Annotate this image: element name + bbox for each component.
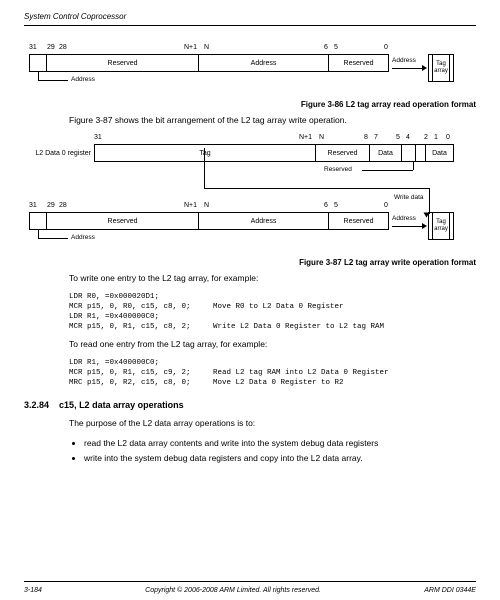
bit-label: 8 xyxy=(364,134,368,141)
list-item: write into the system debug data registe… xyxy=(84,452,476,465)
register-label: L2 Data 0 register xyxy=(24,144,94,162)
bit-label: N xyxy=(204,202,209,209)
section-heading: 3.2.84 c15, L2 data array operations xyxy=(24,400,476,410)
footer-copyright: Copyright © 2006-2008 ARM Limited. All r… xyxy=(145,587,321,594)
section-number: 3.2.84 xyxy=(24,400,49,410)
diagram-1: 31 29 28 N+1 N 6 5 0 Reserved Address Re… xyxy=(29,44,476,90)
figure-caption-2: Figure 3-87 L2 tag array write operation… xyxy=(24,258,476,267)
field-address-high xyxy=(29,54,47,72)
field-reserved-2: Reserved xyxy=(329,212,389,230)
bit-label: 0 xyxy=(384,202,388,209)
field-reserved-1: Reserved xyxy=(47,212,199,230)
bit-label: 7 xyxy=(374,134,378,141)
header-rule xyxy=(24,25,476,26)
field-address: Address xyxy=(199,54,329,72)
diagram-2: 31 N+1 N 8 7 5 4 2 1 0 L2 Data 0 registe… xyxy=(24,134,476,178)
bit-label: 31 xyxy=(29,202,37,209)
bit-label: 5 xyxy=(334,44,338,51)
footer-rule xyxy=(24,581,476,582)
reserved-bracket-label: Reserved xyxy=(324,166,352,173)
arrow-label: Address xyxy=(392,215,416,222)
field-data-2: Data xyxy=(426,144,454,162)
bit-label: N+1 xyxy=(299,134,312,141)
bit-label: 5 xyxy=(396,134,400,141)
bit-label: 6 xyxy=(324,202,328,209)
field-reserved: Reserved xyxy=(316,144,370,162)
footer-page: 3-184 xyxy=(24,587,42,594)
body-paragraph: To write one entry to the L2 tag array, … xyxy=(69,273,476,284)
field-data-1: Data xyxy=(370,144,402,162)
page-header: System Control Coprocessor xyxy=(24,12,476,21)
bit-label: N+1 xyxy=(184,202,197,209)
write-data-label: Write data xyxy=(394,194,424,201)
bit-label: 28 xyxy=(59,44,67,51)
bit-label: N xyxy=(319,134,324,141)
bit-label: N+1 xyxy=(184,44,197,51)
field-reserved-2: Reserved xyxy=(329,54,389,72)
bit-label: 1 xyxy=(434,134,438,141)
field-gap xyxy=(402,144,416,162)
page-footer: 3-184 Copyright © 2006-2008 ARM Limited.… xyxy=(24,587,476,594)
address-bracket-label: Address xyxy=(71,76,95,83)
body-paragraph: The purpose of the L2 data array operati… xyxy=(69,418,476,429)
bit-label: 28 xyxy=(59,202,67,209)
tag-array-block: Tag array xyxy=(428,54,454,82)
bit-label: 6 xyxy=(324,44,328,51)
address-bracket-label: Address xyxy=(71,234,95,241)
code-example-1: LDR R0, =0x000020D1; MCR p15, 0, R0, c15… xyxy=(69,292,476,333)
bit-label: 31 xyxy=(29,44,37,51)
bullet-list: read the L2 data array contents and writ… xyxy=(84,437,476,465)
bit-label: 2 xyxy=(424,134,428,141)
field-reserved-1: Reserved xyxy=(47,54,199,72)
tag-array-block: Tag array xyxy=(428,212,454,240)
diagram-3: Write data 31 29 28 N+1 N 6 5 0 Reserved… xyxy=(29,188,476,248)
section-title: c15, L2 data array operations xyxy=(59,400,184,410)
arrow-label: Address xyxy=(392,57,416,64)
list-item: read the L2 data array contents and writ… xyxy=(84,437,476,450)
field-gap2 xyxy=(416,144,426,162)
field-address: Address xyxy=(199,212,329,230)
bit-label: 5 xyxy=(334,202,338,209)
field-address-high xyxy=(29,212,47,230)
bit-label: 29 xyxy=(47,202,55,209)
body-paragraph: Figure 3-87 shows the bit arrangement of… xyxy=(69,115,476,126)
field-tag: Tag xyxy=(94,144,316,162)
bit-label: 4 xyxy=(406,134,410,141)
bit-label: 0 xyxy=(384,44,388,51)
code-example-2: LDR R1, =0x400000C0; MCR p15, 0, R1, c15… xyxy=(69,358,476,388)
bit-label: N xyxy=(204,44,209,51)
footer-docid: ARM DDI 0344E xyxy=(424,587,476,594)
bit-label: 29 xyxy=(47,44,55,51)
bit-label: 31 xyxy=(94,134,102,141)
figure-caption-1: Figure 3-86 L2 tag array read operation … xyxy=(24,100,476,109)
body-paragraph: To read one entry from the L2 tag array,… xyxy=(69,339,476,350)
bit-label: 0 xyxy=(446,134,450,141)
